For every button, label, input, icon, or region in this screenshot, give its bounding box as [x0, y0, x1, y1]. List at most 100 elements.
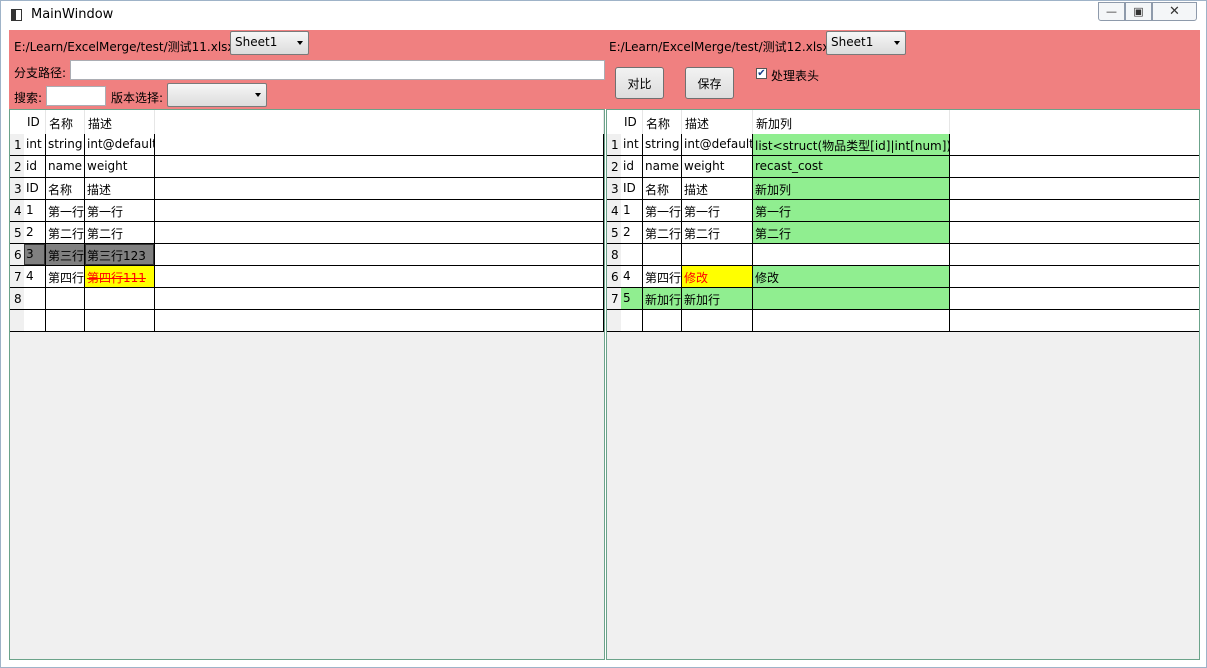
table-cell[interactable]: 第一行: [753, 200, 950, 221]
table-cell[interactable]: [85, 288, 155, 309]
table-row[interactable]: [607, 310, 1199, 332]
table-cell[interactable]: 第二行: [46, 222, 85, 243]
save-button[interactable]: 保存: [685, 67, 734, 99]
table-cell[interactable]: 修改: [682, 266, 753, 287]
table-cell[interactable]: 第四行111: [85, 266, 155, 287]
table-cell[interactable]: 第二行: [643, 222, 682, 243]
table-row[interactable]: 2 id name weight: [10, 156, 604, 178]
table-cell[interactable]: [621, 244, 643, 265]
column-header[interactable]: ID: [621, 110, 643, 134]
table-row[interactable]: 3 ID 名称 描述: [10, 178, 604, 200]
table-row[interactable]: 5 2 第二行 第二行: [10, 222, 604, 244]
table-cell[interactable]: int: [621, 134, 643, 155]
table-cell[interactable]: [155, 288, 604, 309]
table-cell[interactable]: int@default: [682, 134, 753, 155]
table-cell[interactable]: 第二行: [753, 222, 950, 243]
table-cell[interactable]: [155, 222, 604, 243]
table-cell[interactable]: 名称: [643, 178, 682, 199]
table-cell[interactable]: [155, 178, 604, 199]
table-cell[interactable]: 新加行: [643, 288, 682, 309]
table-cell[interactable]: ID: [24, 178, 46, 199]
table-cell[interactable]: 第三行: [46, 244, 85, 265]
table-cell[interactable]: string: [46, 134, 85, 155]
table-cell[interactable]: 2: [24, 222, 46, 243]
title-bar[interactable]: MainWindow — ▣ ✕: [1, 1, 1206, 29]
version-select[interactable]: [167, 83, 267, 107]
branch-path-input[interactable]: [70, 60, 605, 80]
table-cell[interactable]: [24, 310, 46, 331]
table-cell[interactable]: 描述: [85, 178, 155, 199]
handle-header-checkbox[interactable]: ✔: [756, 68, 767, 79]
column-header[interactable]: 描述: [682, 110, 753, 134]
right-sheet-select[interactable]: Sheet1: [826, 31, 906, 55]
table-cell[interactable]: 第四行: [643, 266, 682, 287]
compare-button[interactable]: 对比: [615, 67, 664, 99]
table-cell[interactable]: [950, 244, 1199, 265]
table-cell[interactable]: [643, 310, 682, 331]
table-row[interactable]: 8: [607, 244, 1199, 266]
column-header[interactable]: ID: [24, 110, 46, 134]
table-row[interactable]: 1 int string int@default: [10, 134, 604, 156]
table-cell[interactable]: [155, 244, 604, 265]
table-cell[interactable]: id: [24, 156, 46, 177]
column-header[interactable]: 名称: [643, 110, 682, 134]
right-sheet-grid[interactable]: ID 名称 描述 新加列 1 int string int@default list<struc…: [606, 109, 1200, 660]
table-cell[interactable]: weight: [682, 156, 753, 177]
table-cell[interactable]: weight: [85, 156, 155, 177]
search-input[interactable]: [46, 86, 106, 106]
table-cell[interactable]: [753, 310, 950, 331]
table-cell[interactable]: [682, 244, 753, 265]
table-cell[interactable]: [46, 288, 85, 309]
table-cell[interactable]: 1: [621, 200, 643, 221]
table-row[interactable]: 2 id name weight recast_cost: [607, 156, 1199, 178]
table-cell[interactable]: [621, 310, 643, 331]
table-cell[interactable]: 描述: [682, 178, 753, 199]
table-row[interactable]: [10, 310, 604, 332]
table-cell[interactable]: [950, 288, 1199, 309]
table-cell[interactable]: ID: [621, 178, 643, 199]
table-cell[interactable]: int: [24, 134, 46, 155]
table-cell[interactable]: [753, 244, 950, 265]
table-cell[interactable]: 2: [621, 222, 643, 243]
table-row[interactable]: 1 int string int@default list<struct(物品类型[id…: [607, 134, 1199, 156]
table-cell[interactable]: [950, 266, 1199, 287]
table-row[interactable]: 8: [10, 288, 604, 310]
table-cell[interactable]: 第二行: [682, 222, 753, 243]
table-cell[interactable]: 修改: [753, 266, 950, 287]
table-cell[interactable]: name: [46, 156, 85, 177]
table-cell[interactable]: 4: [621, 266, 643, 287]
table-cell[interactable]: [950, 134, 1199, 155]
table-cell[interactable]: [85, 310, 155, 331]
table-cell[interactable]: [155, 266, 604, 287]
table-row[interactable]: 6 3 第三行 第三行123: [10, 244, 604, 266]
table-cell[interactable]: [24, 288, 46, 309]
table-row[interactable]: 4 1 第一行 第一行: [10, 200, 604, 222]
left-sheet-select[interactable]: Sheet1: [230, 31, 309, 55]
table-cell[interactable]: 第四行: [46, 266, 85, 287]
table-cell[interactable]: name: [643, 156, 682, 177]
table-row[interactable]: 3 ID 名称 描述 新加列: [607, 178, 1199, 200]
table-cell[interactable]: 4: [24, 266, 46, 287]
column-header[interactable]: 描述: [85, 110, 155, 134]
table-cell[interactable]: 名称: [46, 178, 85, 199]
table-cell[interactable]: 1: [24, 200, 46, 221]
table-cell[interactable]: id: [621, 156, 643, 177]
column-header[interactable]: 名称: [46, 110, 85, 134]
table-row[interactable]: 6 4 第四行 修改 修改: [607, 266, 1199, 288]
column-header[interactable]: [155, 110, 604, 134]
table-cell[interactable]: [950, 200, 1199, 221]
maximize-button[interactable]: ▣: [1125, 2, 1152, 21]
table-cell[interactable]: [155, 134, 604, 155]
table-row[interactable]: 7 4 第四行 第四行111: [10, 266, 604, 288]
column-header[interactable]: 新加列: [753, 110, 950, 134]
close-button[interactable]: ✕: [1152, 2, 1197, 21]
table-cell[interactable]: 新加行: [682, 288, 753, 309]
table-row[interactable]: 7 5 新加行 新加行: [607, 288, 1199, 310]
table-cell[interactable]: 5: [621, 288, 643, 309]
table-cell[interactable]: [155, 310, 604, 331]
column-header[interactable]: [950, 110, 1199, 134]
table-cell[interactable]: [155, 200, 604, 221]
table-row[interactable]: 5 2 第二行 第二行 第二行: [607, 222, 1199, 244]
table-cell[interactable]: [950, 310, 1199, 331]
left-sheet-grid[interactable]: ID 名称 描述 1 int string int@default 2 id name weight…: [9, 109, 605, 660]
